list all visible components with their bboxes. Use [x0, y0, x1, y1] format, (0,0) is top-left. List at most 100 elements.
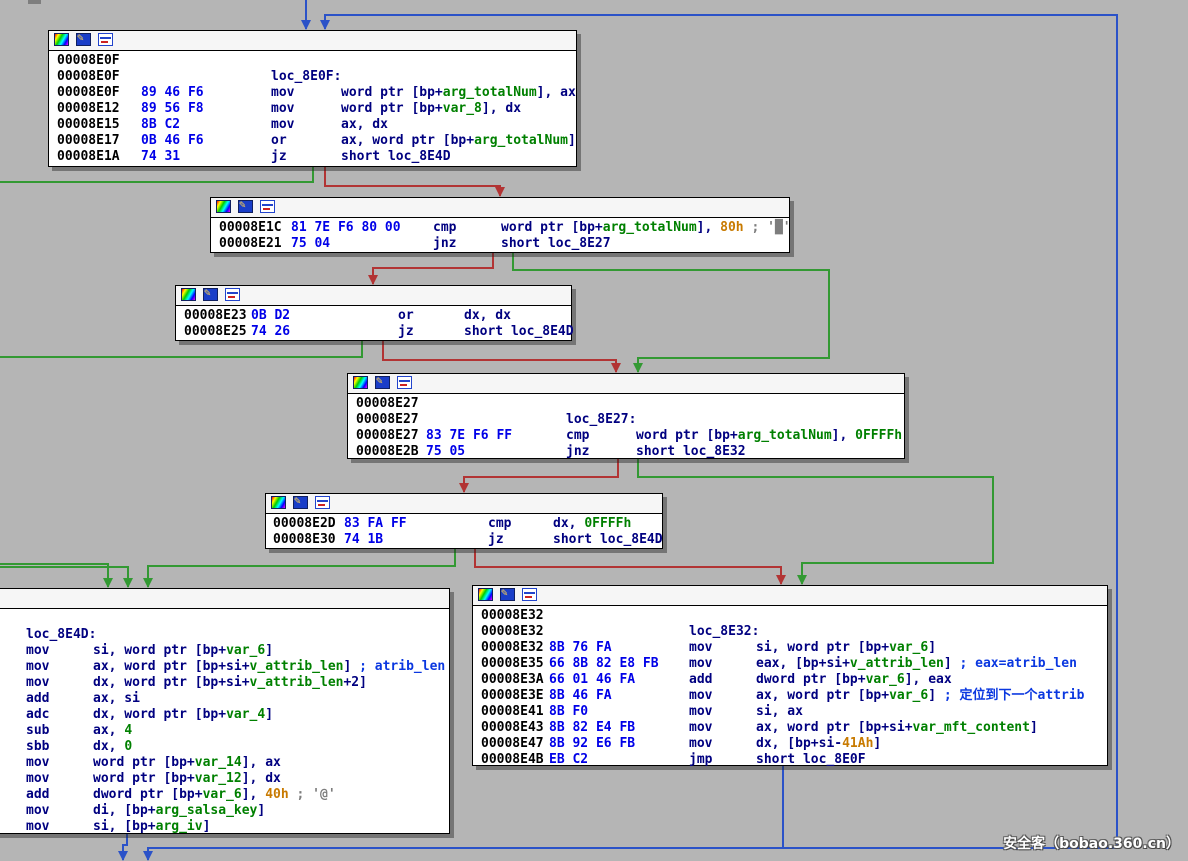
node-title-bar[interactable]	[473, 586, 1107, 606]
asm-run: jnz	[433, 236, 456, 252]
asm-token: short loc_8E4D	[553, 532, 663, 547]
asm-run: ax, word ptr [bp+si+var_mft_content]	[756, 720, 1038, 736]
asm-line[interactable]: movdx, word ptr [bp+si+v_attrib_len+2]	[0, 675, 449, 691]
asm-line[interactable]: adddword ptr [bp+var_6], 40h ; '@'	[0, 787, 449, 803]
asm-line[interactable]: 00008E170B 46 F6orax, word ptr [bp+arg_t…	[49, 133, 576, 149]
asm-token: ], dx	[482, 101, 521, 116]
graph-node-8E0F[interactable]: 00008E0F00008E0Floc_8E0F:00008E0F89 46 F…	[48, 30, 577, 167]
asm-line[interactable]: 00008E230B D2ordx, dx	[176, 308, 571, 324]
asm-line[interactable]: 00008E2783 7E F6 FFcmpword ptr [bp+arg_t…	[348, 428, 904, 444]
asm-line[interactable]: 00008E1A74 31jzshort loc_8E4D	[49, 149, 576, 165]
asm-line[interactable]: movsi, [bp+arg_iv]	[0, 819, 449, 835]
edit-node-icon[interactable]	[500, 588, 515, 601]
asm-line[interactable]: 00008E3A66 01 46 FAadddword ptr [bp+var_…	[473, 672, 1107, 688]
node-title-bar[interactable]	[266, 494, 662, 514]
asm-run: loc_8E0F:	[271, 69, 341, 85]
graph-node-8E2D[interactable]: 00008E2D83 FA FFcmpdx, 0FFFFh00008E3074 …	[265, 493, 663, 549]
asm-line[interactable]: subax, 4	[0, 723, 449, 739]
asm-token: 0B 46 F6	[141, 133, 204, 148]
asm-token: 00008E4B	[481, 752, 544, 767]
color-palette-icon[interactable]	[478, 588, 493, 601]
asm-token: dword ptr [bp+	[756, 672, 866, 687]
asm-line[interactable]: 00008E418B F0movsi, ax	[473, 704, 1107, 720]
asm-run: dx, [bp+si-41Ah]	[756, 736, 881, 752]
edge-red-8E23-to-8E27	[383, 341, 616, 372]
asm-run: ax, word ptr [bp+var_6] ; 定位到下一个attrib	[756, 688, 1084, 704]
asm-line[interactable]: loc_8E4D:	[0, 627, 449, 643]
asm-line[interactable]: 00008E3E8B 46 FAmovax, word ptr [bp+var_…	[473, 688, 1107, 704]
node-title-bar[interactable]	[211, 198, 789, 218]
asm-token: ], ax	[537, 85, 576, 100]
asm-run: 83 FA FF	[344, 516, 407, 532]
asm-line[interactable]: 00008E328B 76 FAmovsi, word ptr [bp+var_…	[473, 640, 1107, 656]
asm-line[interactable]	[0, 611, 449, 627]
asm-line[interactable]: 00008E2574 26jzshort loc_8E4D	[176, 324, 571, 340]
asm-token: si, word ptr [bp+	[756, 640, 889, 655]
group-nodes-icon[interactable]	[522, 588, 537, 601]
color-palette-icon[interactable]	[216, 200, 231, 213]
color-palette-icon[interactable]	[353, 376, 368, 389]
asm-line[interactable]: movsi, word ptr [bp+var_6]	[0, 643, 449, 659]
group-nodes-icon[interactable]	[98, 33, 113, 46]
asm-token: 00008E3E	[481, 688, 544, 703]
node-title-bar[interactable]	[176, 286, 571, 306]
asm-line[interactable]: 00008E27	[348, 396, 904, 412]
color-palette-icon[interactable]	[181, 288, 196, 301]
asm-line[interactable]: movword ptr [bp+var_12], dx	[0, 771, 449, 787]
asm-run: dx, 0	[93, 739, 132, 755]
asm-line[interactable]: movdi, [bp+arg_salsa_key]	[0, 803, 449, 819]
graph-canvas[interactable]: 00008E0F00008E0Floc_8E0F:00008E0F89 46 F…	[0, 0, 1188, 861]
node-title-bar[interactable]	[0, 589, 449, 609]
graph-node-8E4D[interactable]: loc_8E4D:movsi, word ptr [bp+var_6]movax…	[0, 588, 450, 834]
asm-token: mov	[689, 704, 712, 719]
asm-line[interactable]: 00008E3566 8B 82 E8 FBmoveax, [bp+si+v_a…	[473, 656, 1107, 672]
edit-node-icon[interactable]	[76, 33, 91, 46]
asm-line[interactable]: 00008E2D83 FA FFcmpdx, 0FFFFh	[266, 516, 662, 532]
edge-green-8E2D-to-8E4D	[148, 549, 455, 587]
group-nodes-icon[interactable]	[397, 376, 412, 389]
color-palette-icon[interactable]	[54, 33, 69, 46]
asm-line[interactable]: movax, word ptr [bp+si+v_attrib_len] ; a…	[0, 659, 449, 675]
graph-node-8E23[interactable]: 00008E230B D2ordx, dx00008E2574 26jzshor…	[175, 285, 572, 341]
edit-node-icon[interactable]	[203, 288, 218, 301]
asm-line[interactable]: 00008E438B 82 E4 FBmovax, word ptr [bp+s…	[473, 720, 1107, 736]
asm-line[interactable]: movword ptr [bp+var_14], ax	[0, 755, 449, 771]
asm-token: var_4	[226, 707, 265, 722]
graph-node-8E32[interactable]: 00008E3200008E32loc_8E32:00008E328B 76 F…	[472, 585, 1108, 766]
asm-line[interactable]: 00008E4BEB C2jmpshort loc_8E0F	[473, 752, 1107, 768]
edit-node-icon[interactable]	[238, 200, 253, 213]
asm-line[interactable]: 00008E158B C2movax, dx	[49, 117, 576, 133]
asm-line[interactable]: 00008E32loc_8E32:	[473, 624, 1107, 640]
asm-token: 0	[124, 739, 132, 754]
color-palette-icon[interactable]	[271, 496, 286, 509]
asm-token: mov	[271, 117, 294, 132]
asm-line[interactable]: 00008E32	[473, 608, 1107, 624]
asm-line[interactable]: 00008E478B 92 E6 FBmovdx, [bp+si-41Ah]	[473, 736, 1107, 752]
asm-line[interactable]: 00008E0Floc_8E0F:	[49, 69, 576, 85]
group-nodes-icon[interactable]	[260, 200, 275, 213]
asm-line[interactable]: 00008E1289 56 F8movword ptr [bp+var_8], …	[49, 101, 576, 117]
asm-line[interactable]: 00008E2175 04jnzshort loc_8E27	[211, 236, 789, 252]
node-title-bar[interactable]	[348, 374, 904, 394]
asm-line[interactable]: 00008E3074 1Bjzshort loc_8E4D	[266, 532, 662, 548]
edit-node-icon[interactable]	[293, 496, 308, 509]
asm-line[interactable]: 00008E0F89 46 F6movword ptr [bp+arg_tota…	[49, 85, 576, 101]
graph-node-8E1C[interactable]: 00008E1C81 7E F6 80 00cmpword ptr [bp+ar…	[210, 197, 790, 253]
node-title-bar[interactable]	[49, 31, 576, 51]
asm-token: mov	[26, 659, 49, 674]
asm-run: word ptr [bp+arg_totalNum], 80h ; '█'	[501, 220, 791, 236]
asm-line[interactable]: 00008E2B75 05jnzshort loc_8E32	[348, 444, 904, 460]
asm-line[interactable]: addax, si	[0, 691, 449, 707]
asm-line[interactable]: sbbdx, 0	[0, 739, 449, 755]
asm-line[interactable]: 00008E1C81 7E F6 80 00cmpword ptr [bp+ar…	[211, 220, 789, 236]
edit-node-icon[interactable]	[375, 376, 390, 389]
group-nodes-icon[interactable]	[315, 496, 330, 509]
graph-node-8E27[interactable]: 00008E2700008E27loc_8E27:00008E2783 7E F…	[347, 373, 905, 459]
asm-run: mov	[271, 85, 294, 101]
edge-green-into-8E4D-1-arrowhead	[103, 578, 113, 588]
asm-line[interactable]: 00008E27loc_8E27:	[348, 412, 904, 428]
group-nodes-icon[interactable]	[225, 288, 240, 301]
asm-token: ],	[832, 428, 855, 443]
asm-line[interactable]: 00008E0F	[49, 53, 576, 69]
asm-line[interactable]: adcdx, word ptr [bp+var_4]	[0, 707, 449, 723]
